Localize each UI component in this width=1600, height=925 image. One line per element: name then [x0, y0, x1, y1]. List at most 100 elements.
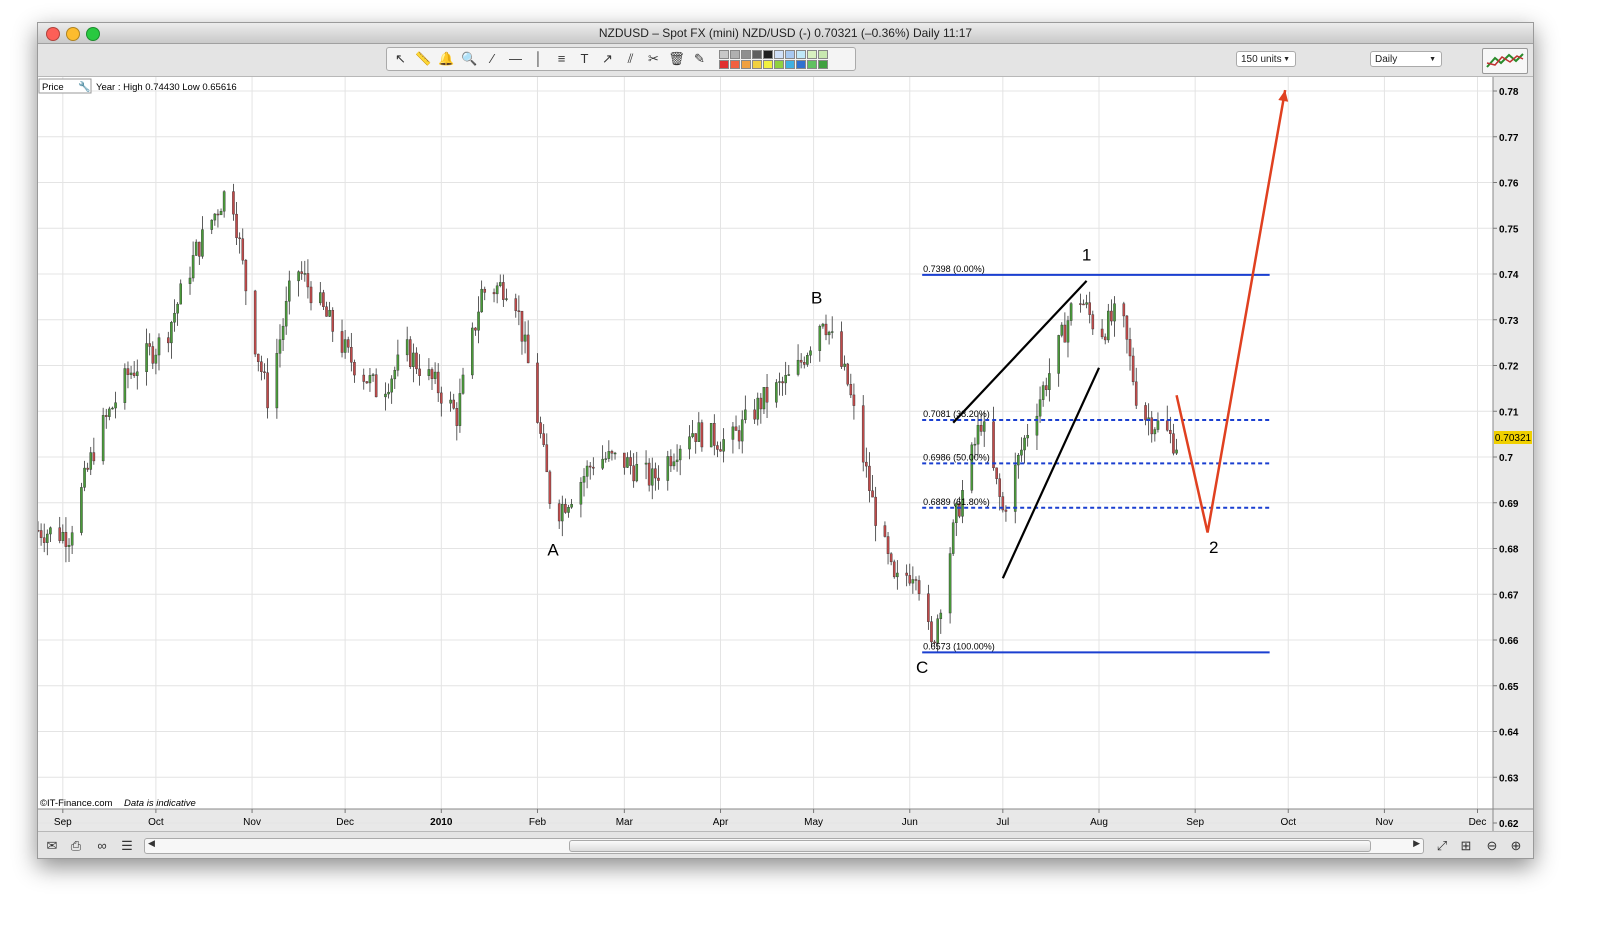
candle-body: [213, 213, 217, 221]
color-swatch[interactable]: [730, 59, 740, 69]
chart-type-button[interactable]: [1482, 48, 1528, 74]
price-chart[interactable]: 0.7398 (0.00%) 0.7081 (38.20%) 0.6986 (50.…: [38, 77, 1533, 831]
candle-body: [365, 381, 369, 384]
zoom-in-icon[interactable]: ⊕: [1508, 838, 1524, 853]
candle-body: [61, 532, 65, 541]
candle-body: [939, 612, 943, 619]
print-icon[interactable]: ⎙: [68, 838, 84, 853]
candle-body: [232, 191, 235, 215]
candle-body: [514, 298, 518, 311]
candle-body: [1150, 417, 1154, 435]
color-swatch[interactable]: [763, 49, 773, 59]
color-swatch[interactable]: [818, 49, 828, 59]
candle-body: [536, 362, 539, 423]
time-scrollbar[interactable]: ◀ ▶: [144, 838, 1424, 854]
y-tick-label: 0.77: [1499, 133, 1519, 144]
candle-body: [111, 407, 114, 410]
channel-icon[interactable]: ⫽: [621, 50, 640, 68]
candle-body: [412, 352, 415, 367]
candle-body: [995, 467, 998, 479]
candle-body: [151, 346, 155, 364]
text-icon[interactable]: T: [575, 50, 594, 68]
fibonacci-icon[interactable]: ≡: [552, 50, 571, 68]
color-swatch[interactable]: [774, 49, 784, 59]
period-select[interactable]: Daily ▼: [1370, 51, 1442, 67]
link-icon[interactable]: ∞: [94, 838, 110, 853]
chart-area[interactable]: 0.7398 (0.00%) 0.7081 (38.20%) 0.6986 (50.…: [38, 77, 1533, 831]
alarm-bell-icon[interactable]: 🔔: [437, 50, 456, 68]
pen-icon[interactable]: ✎: [690, 50, 709, 68]
candle-body: [865, 461, 868, 467]
color-swatch[interactable]: [785, 59, 795, 69]
color-swatch[interactable]: [741, 59, 751, 69]
candle-body: [626, 457, 629, 468]
zoom-tool-icon[interactable]: 🔍: [460, 50, 479, 68]
candle-body: [157, 337, 161, 356]
color-swatch[interactable]: [719, 59, 729, 69]
ruler-icon[interactable]: 📏: [414, 50, 433, 68]
scroll-left-icon[interactable]: ◀: [148, 838, 155, 849]
candle-body: [433, 371, 437, 379]
color-swatch[interactable]: [752, 59, 762, 69]
candle-body: [328, 309, 331, 317]
candle-body: [477, 311, 480, 331]
zoom-out-icon[interactable]: ⊖: [1484, 838, 1500, 853]
fib-level-label: 0.7081 (38.20%): [923, 409, 990, 419]
candle-body: [42, 537, 46, 543]
color-swatch[interactable]: [752, 49, 762, 59]
candle-body: [778, 381, 781, 383]
zoom-reset-icon[interactable]: ⊞: [1458, 838, 1474, 853]
color-swatch[interactable]: [785, 49, 795, 59]
pointer-icon[interactable]: ↖: [391, 50, 410, 68]
candle-body: [1113, 303, 1116, 322]
scroll-right-icon[interactable]: ▶: [1413, 838, 1420, 849]
color-swatch[interactable]: [763, 59, 773, 69]
mail-icon[interactable]: ✉: [44, 838, 60, 853]
color-swatch[interactable]: [818, 59, 828, 69]
candle-body: [188, 277, 192, 284]
toolbar: ↖ 📏 🔔 🔍 ⁄ — │ ≡ T ↗ ⫽ ✂ 🗑 ✎ 150 units ▼ …: [38, 44, 1533, 77]
tools-icon[interactable]: ✂: [644, 50, 663, 68]
candle-body: [440, 392, 443, 404]
color-swatch[interactable]: [796, 49, 806, 59]
horizontal-line-icon[interactable]: —: [506, 50, 525, 68]
color-swatch[interactable]: [719, 49, 729, 59]
color-swatch[interactable]: [807, 49, 817, 59]
color-swatch[interactable]: [741, 49, 751, 59]
candle-body: [1131, 355, 1135, 383]
candle-body: [452, 399, 456, 409]
candle-body: [613, 452, 617, 455]
trash-icon[interactable]: 🗑: [667, 50, 686, 68]
candle-body: [502, 282, 505, 300]
trendline-icon[interactable]: ⁄: [483, 50, 502, 68]
candle-body: [1122, 303, 1126, 317]
candle-body: [719, 449, 722, 452]
candle-body: [1110, 310, 1113, 322]
candle-body: [281, 325, 285, 340]
candle-body: [1057, 335, 1060, 374]
candle-body: [852, 394, 856, 406]
candle-body: [632, 465, 635, 482]
color-swatch[interactable]: [774, 59, 784, 69]
color-swatch[interactable]: [807, 59, 817, 69]
color-swatch[interactable]: [796, 59, 806, 69]
units-select[interactable]: 150 units ▼: [1236, 51, 1296, 67]
candle-body: [883, 525, 887, 537]
candle-body: [982, 421, 986, 432]
ray-icon[interactable]: ↗: [598, 50, 617, 68]
color-palette[interactable]: [719, 49, 828, 69]
candle-body: [539, 422, 542, 434]
candle-body: [331, 309, 335, 332]
scrollbar-thumb[interactable]: [569, 840, 1371, 852]
y-tick-label: 0.7: [1499, 453, 1513, 464]
candle-body: [350, 347, 353, 363]
notes-icon[interactable]: ☰: [119, 838, 135, 853]
candle-body: [896, 572, 899, 578]
wrench-icon[interactable]: 🔧: [78, 80, 90, 93]
vertical-line-icon[interactable]: │: [529, 50, 548, 68]
candle-body: [1041, 385, 1045, 400]
y-tick-label: 0.68: [1499, 545, 1519, 556]
zoom-fit-icon[interactable]: ⤢: [1434, 838, 1450, 853]
candle-body: [557, 503, 561, 522]
color-swatch[interactable]: [730, 49, 740, 59]
